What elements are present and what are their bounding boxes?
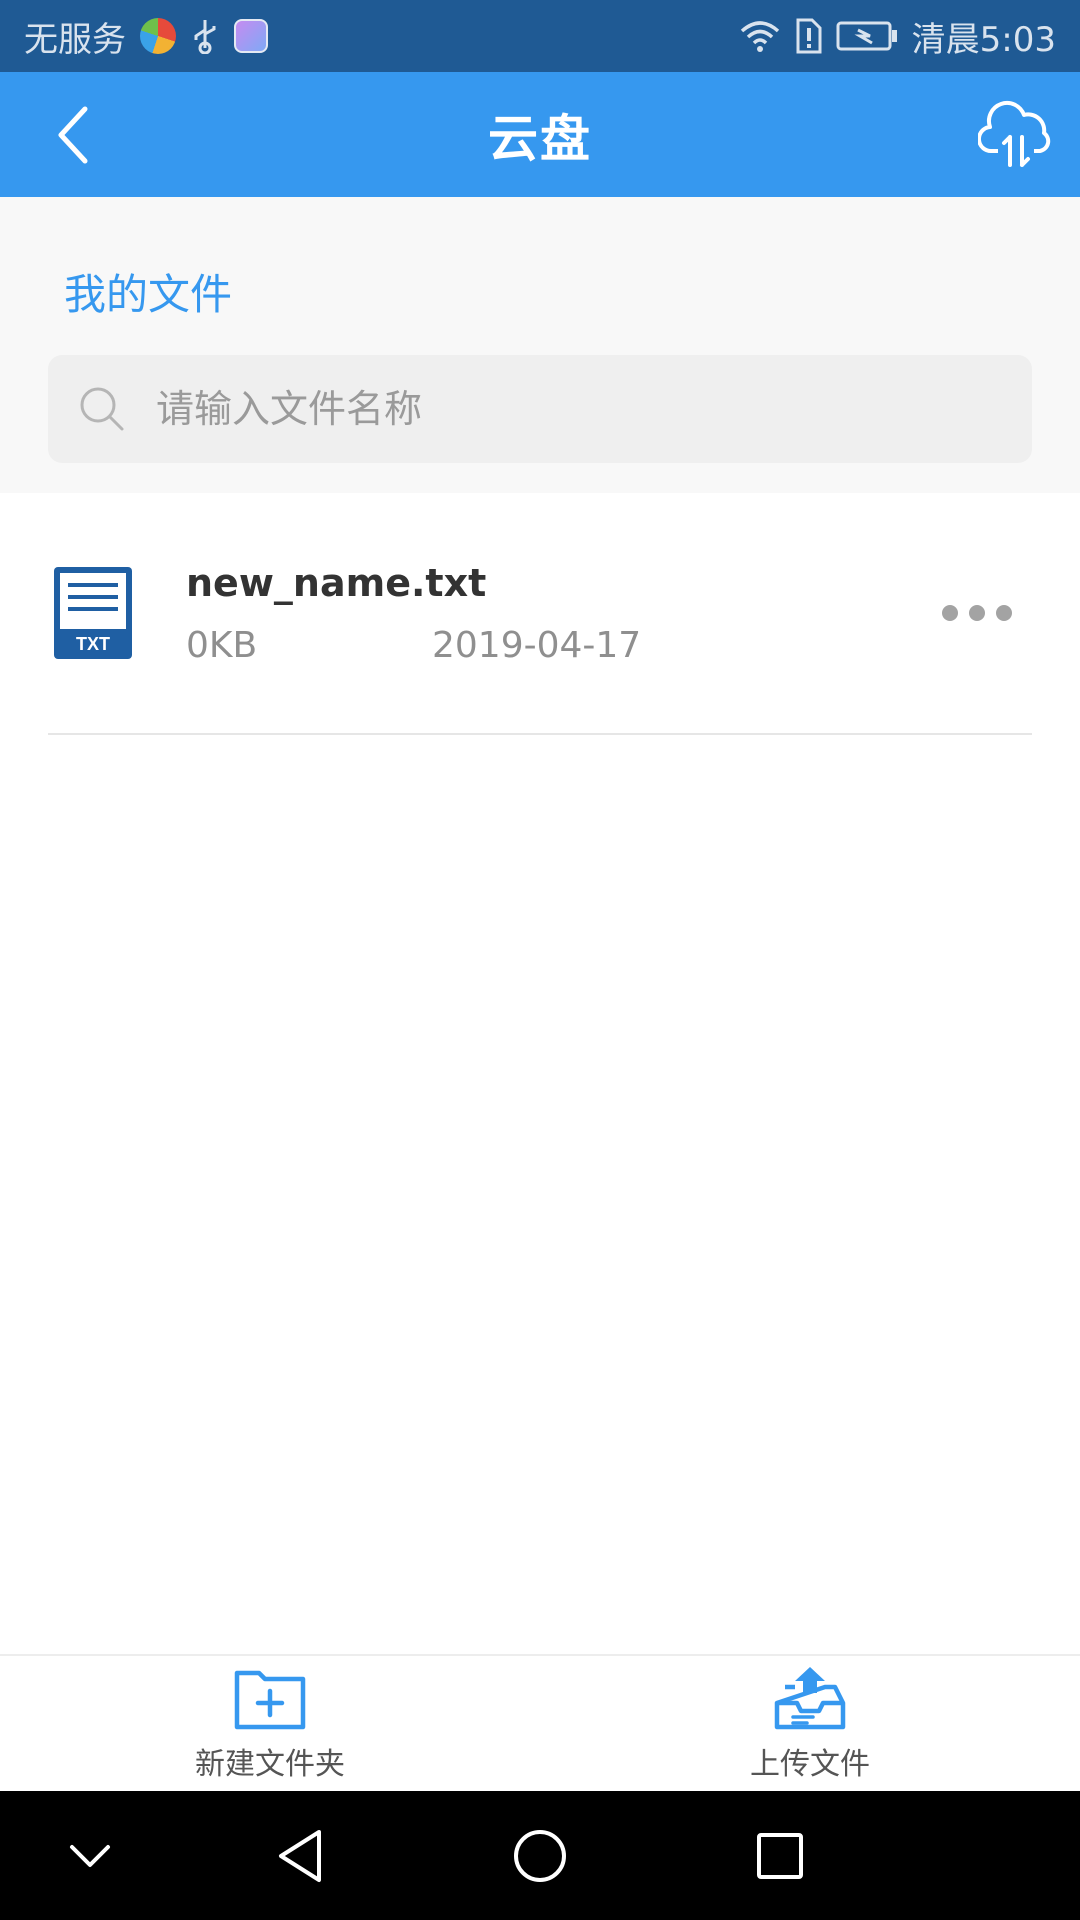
- new-folder-label: 新建文件夹: [195, 1746, 345, 1782]
- upload-tray-icon: [774, 1666, 846, 1729]
- status-left: 无服务: [24, 12, 268, 61]
- search-input[interactable]: [156, 355, 1032, 463]
- header-area: 我的文件: [0, 197, 1080, 493]
- new-folder-button[interactable]: 新建文件夹: [0, 1656, 540, 1791]
- more-options-button[interactable]: [942, 593, 1012, 633]
- nav-recents-button[interactable]: [745, 1821, 815, 1891]
- browser-app-icon: [140, 18, 176, 54]
- app-bar: 云盘: [0, 72, 1080, 197]
- page-title: 云盘: [488, 109, 592, 168]
- app-notification-icon: [234, 19, 268, 53]
- sim-alert-icon: [794, 18, 822, 54]
- battery-icon: [836, 20, 898, 52]
- nav-back-button[interactable]: [265, 1821, 335, 1891]
- file-type-label: TXT: [76, 634, 110, 654]
- nav-collapse-button[interactable]: [55, 1821, 125, 1891]
- bottom-toolbar: 新建文件夹 上传文件: [0, 1654, 1080, 1791]
- txt-file-icon: TXT: [54, 567, 132, 659]
- search-icon: [80, 387, 124, 431]
- status-right: 清晨5:03: [740, 12, 1056, 61]
- usb-icon: [190, 18, 220, 54]
- file-list-item[interactable]: TXT new_name.txt 0KB 2019-04-17: [48, 493, 1032, 735]
- wifi-icon: [740, 19, 780, 53]
- upload-label: 上传文件: [750, 1746, 870, 1782]
- system-nav-bar: [0, 1791, 1080, 1920]
- more-dot-icon: [942, 605, 958, 621]
- more-dot-icon: [969, 605, 985, 621]
- nav-recents-icon: [757, 1833, 803, 1879]
- clock-text: 清晨5:03: [911, 19, 1056, 60]
- back-icon: [58, 106, 88, 164]
- status-bar: 无服务 清晨5:03: [0, 0, 1080, 72]
- nav-back-icon: [279, 1830, 321, 1882]
- file-name: new_name.txt: [186, 561, 487, 605]
- new-folder-icon: [234, 1670, 306, 1729]
- carrier-text: 无服务: [24, 19, 126, 60]
- chevron-down-icon: [70, 1845, 110, 1867]
- cloud-transfer-icon: [978, 101, 1051, 167]
- section-title: 我的文件: [64, 270, 233, 319]
- nav-home-button[interactable]: [505, 1821, 575, 1891]
- file-size: 0KB: [186, 625, 258, 666]
- upload-file-button[interactable]: 上传文件: [540, 1656, 1080, 1791]
- search-box[interactable]: [48, 355, 1032, 463]
- cloud-transfer-button[interactable]: [976, 94, 1056, 174]
- nav-home-icon: [514, 1830, 566, 1882]
- back-button[interactable]: [38, 100, 108, 170]
- more-dot-icon: [996, 605, 1012, 621]
- file-date: 2019-04-17: [432, 625, 642, 666]
